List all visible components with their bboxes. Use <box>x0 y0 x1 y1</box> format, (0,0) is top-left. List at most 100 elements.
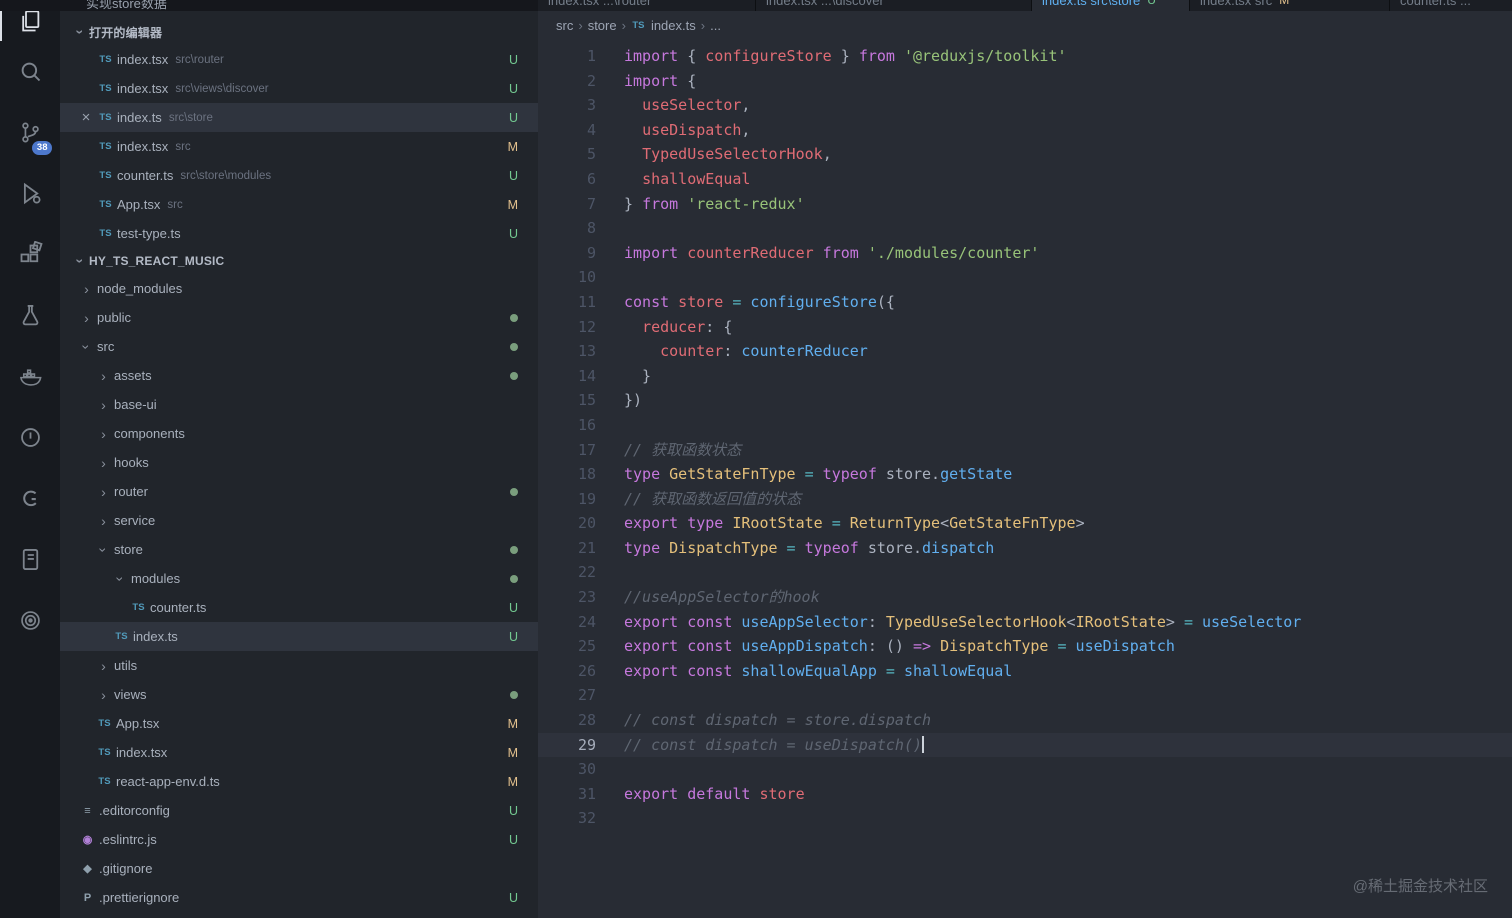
tab-label: index.tsx ...\router <box>548 0 652 8</box>
code-line[interactable]: 20 export type IRootState = ReturnType<Ge… <box>538 511 1512 536</box>
code-line[interactable]: 19 // 获取函数返回值的状态 <box>538 487 1512 512</box>
spiral-icon[interactable] <box>0 590 60 651</box>
search-icon[interactable] <box>0 41 60 102</box>
item-label: react-app-env.d.ts <box>116 774 220 789</box>
testing-flask-icon[interactable] <box>0 285 60 346</box>
tree-item[interactable]: router <box>60 477 538 506</box>
code-line[interactable]: 27 <box>538 683 1512 708</box>
code-line[interactable]: 16 <box>538 413 1512 438</box>
code-line[interactable]: 24 export const useAppSelector: TypedUseS… <box>538 610 1512 635</box>
code-line[interactable]: 13 counter: counterReducer <box>538 339 1512 364</box>
extensions-icon[interactable] <box>0 224 60 285</box>
code-line[interactable]: 14 } <box>538 364 1512 389</box>
open-editor-item[interactable]: TS index.ts src\store U <box>60 103 538 132</box>
item-label: base-ui <box>114 397 157 412</box>
code-line[interactable]: 26 export const shallowEqualApp = shallow… <box>538 659 1512 684</box>
tree-item[interactable]: ◆ .gitignore <box>60 854 538 883</box>
tree-item[interactable]: service <box>60 506 538 535</box>
code-line[interactable]: 15}) <box>538 388 1512 413</box>
power-circle-icon[interactable] <box>0 407 60 468</box>
tree-item[interactable]: views <box>60 680 538 709</box>
code-line[interactable]: 29 // const dispatch = useDispatch() <box>538 732 1512 758</box>
breadcrumb-item[interactable]: index.ts <box>651 18 696 33</box>
code-line[interactable]: 7} from 'react-redux' <box>538 192 1512 217</box>
tree-item[interactable]: ◉ .eslintrc.js U <box>60 825 538 854</box>
notebook-icon[interactable] <box>0 529 60 590</box>
open-editor-item[interactable]: TS index.tsx src\router U <box>60 45 538 74</box>
tab-status-badge: U <box>1147 0 1156 7</box>
run-debug-icon[interactable] <box>0 163 60 224</box>
tree-item[interactable]: modules <box>60 564 538 593</box>
code-line[interactable]: 17 // 获取函数状态 <box>538 438 1512 463</box>
code-line[interactable]: 6 shallowEqual <box>538 167 1512 192</box>
breadcrumb-item[interactable]: ... <box>710 18 721 33</box>
code-line[interactable]: 22 <box>538 560 1512 585</box>
code-line[interactable]: 18 type GetStateFnType = typeof store.get… <box>538 462 1512 487</box>
tree-item[interactable]: base-ui <box>60 390 538 419</box>
tree-item[interactable]: P .prettierignore U <box>60 883 538 912</box>
editor-tab[interactable]: index.tsx ...\router <box>538 0 756 11</box>
line-number: 30 <box>577 760 596 779</box>
editor-tab[interactable]: index.tsx src M <box>1190 0 1390 11</box>
code-line[interactable]: 2 import { <box>538 69 1512 94</box>
tree-item[interactable]: TS counter.ts U <box>60 593 538 622</box>
tree-item[interactable]: TS react-app-env.d.ts M <box>60 767 538 796</box>
chevron-right-icon <box>95 397 112 413</box>
explorer-icon[interactable] <box>0 11 60 41</box>
code-line[interactable]: 8 <box>538 216 1512 241</box>
tree-item[interactable]: public <box>60 303 538 332</box>
line-number: 3 <box>586 96 596 115</box>
code-line[interactable]: 3 useSelector, <box>538 93 1512 118</box>
item-label: modules <box>131 571 181 586</box>
docker-icon[interactable] <box>0 346 60 407</box>
open-editor-item[interactable]: TS index.tsx src M <box>60 132 538 161</box>
line-number: 12 <box>577 317 596 336</box>
git-status-letter: U <box>508 81 518 96</box>
code-line[interactable]: 12 reducer: { <box>538 315 1512 340</box>
code-line[interactable]: 23 //useAppSelector的hook <box>538 585 1512 610</box>
editorconfig-file-icon: ≡ <box>84 804 91 817</box>
line-number: 17 <box>577 440 596 459</box>
tree-item[interactable]: src <box>60 332 538 361</box>
tree-item[interactable]: store <box>60 535 538 564</box>
code-line[interactable]: 10 <box>538 265 1512 290</box>
gitlens-icon[interactable] <box>0 468 60 529</box>
tree-item[interactable]: assets <box>60 361 538 390</box>
code-line[interactable]: 1 import { configureStore } from '@reduxj… <box>538 44 1512 69</box>
tree-item[interactable]: {}.prettierrcU <box>60 912 538 918</box>
open-editor-item[interactable]: TS index.tsx src\views\discover U <box>60 74 538 103</box>
code-line[interactable]: 30 <box>538 757 1512 782</box>
close-icon[interactable] <box>76 109 96 126</box>
code-text: shallowEqual <box>642 169 751 188</box>
tree-item[interactable]: components <box>60 419 538 448</box>
tree-item[interactable]: node_modules <box>60 274 538 303</box>
editor-tab[interactable]: index.tsx ...\discover <box>756 0 1032 11</box>
project-header[interactable]: HY_TS_REACT_MUSIC <box>60 248 538 274</box>
breadcrumb-item[interactable]: store <box>588 18 617 33</box>
code-line[interactable]: 25 export const useAppDispatch: () => Dis… <box>538 634 1512 659</box>
code-line[interactable]: 28 // const dispatch = store.dispatch <box>538 708 1512 733</box>
open-editors-header[interactable]: 打开的编辑器 <box>60 19 538 45</box>
open-editor-item[interactable]: TS test-type.ts U <box>60 219 538 248</box>
tree-item[interactable]: utils <box>60 651 538 680</box>
tree-item[interactable]: ≡ .editorconfig U <box>60 796 538 825</box>
code-line[interactable]: 21 type DispatchType = typeof store.dispa… <box>538 536 1512 561</box>
code-line[interactable]: 31 export default store <box>538 782 1512 807</box>
code-line[interactable]: 4 useDispatch, <box>538 118 1512 143</box>
breadcrumb-item[interactable]: src <box>556 18 573 33</box>
editor-tab[interactable]: counter.ts ... <box>1390 0 1512 11</box>
tree-item[interactable]: TS index.tsx M <box>60 738 538 767</box>
project-title: HY_TS_REACT_MUSIC <box>89 254 225 268</box>
source-control-icon[interactable]: 38 <box>0 102 60 163</box>
open-editor-item[interactable]: TS counter.ts src\store\modules U <box>60 161 538 190</box>
editor-tab[interactable]: index.ts src\store U <box>1032 0 1190 11</box>
tree-item[interactable]: TS App.tsx M <box>60 709 538 738</box>
tree-item[interactable]: TS index.ts U <box>60 622 538 651</box>
code-line[interactable]: 11 const store = configureStore({ <box>538 290 1512 315</box>
code-line[interactable]: 32 <box>538 806 1512 831</box>
code-line[interactable]: 5 TypedUseSelectorHook, <box>538 142 1512 167</box>
code-line[interactable]: 9 import counterReducer from './modules/c… <box>538 241 1512 266</box>
open-editor-item[interactable]: TS App.tsx src M <box>60 190 538 219</box>
line-number: 9 <box>586 243 596 262</box>
tree-item[interactable]: hooks <box>60 448 538 477</box>
